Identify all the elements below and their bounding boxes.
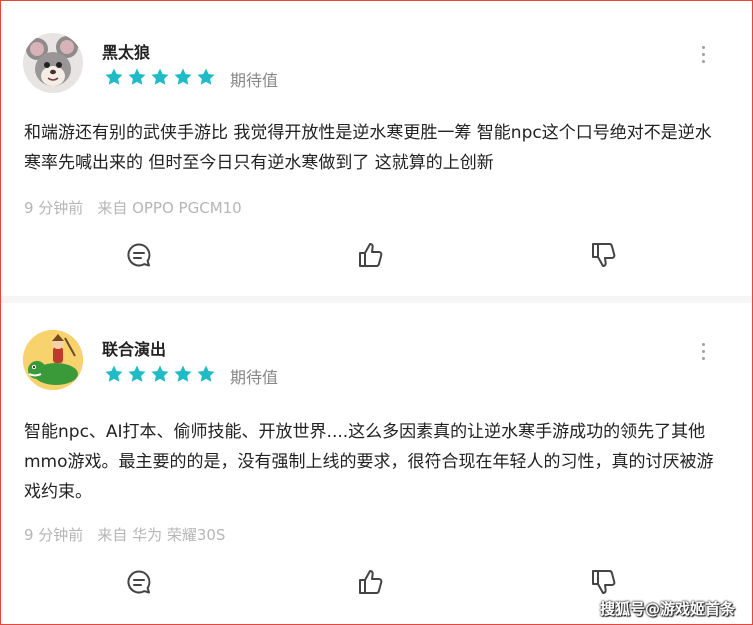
star-icon	[174, 365, 192, 382]
comment-text: 和端游还有别的武侠手游比 我觉得开放性是逆水寒更胜一筹 智能npc这个口号绝对不…	[24, 123, 712, 173]
comment-icon	[127, 570, 151, 594]
dislike-button[interactable]	[590, 241, 620, 271]
star-icon	[105, 68, 123, 85]
star-icon	[151, 365, 169, 382]
thumbs-up-icon	[359, 570, 383, 594]
username[interactable]: 联合演出	[102, 336, 166, 360]
avatar[interactable]	[23, 33, 83, 93]
comment-icon	[127, 243, 151, 267]
comment-card: 联合演出 期待值 智能npc、AI打本、偷师技能、开放世界....这么多因素真的…	[1, 303, 752, 623]
reply-button[interactable]	[125, 241, 155, 271]
rating-stars	[104, 67, 216, 87]
comment-meta: 9 分钟前 来自 OPPO PGCM10	[24, 197, 242, 218]
card-separator	[1, 296, 752, 303]
star-icon	[174, 68, 192, 85]
more-vertical-icon[interactable]	[698, 43, 710, 65]
watermark: 搜狐号@游戏姬首条	[600, 600, 736, 618]
comment-device: 来自 OPPO PGCM10	[97, 199, 242, 217]
rating-label: 期待值	[230, 71, 279, 90]
rating-label: 期待值	[230, 368, 279, 387]
more-vertical-icon[interactable]	[698, 340, 710, 362]
like-button[interactable]	[357, 241, 387, 271]
cartoon-dinosaur-rider-avatar-icon	[23, 330, 83, 390]
reply-button[interactable]	[125, 568, 155, 598]
thumbs-down-icon	[592, 243, 616, 267]
star-icon	[128, 68, 146, 85]
comment-meta: 9 分钟前 来自 华为 荣耀30S	[24, 524, 225, 545]
thumbs-down-icon	[592, 570, 616, 594]
comment-text: 智能npc、AI打本、偷师技能、开放世界....这么多因素真的让逆水寒手游成功的…	[24, 422, 714, 502]
comment-card: 黑太狼 期待值 和端游还有别的武侠手游比 我觉得开放性是逆水寒更胜一筹 智能np…	[1, 1, 752, 296]
cartoon-mouse-avatar-icon	[23, 33, 83, 93]
username[interactable]: 黑太狼	[102, 39, 150, 63]
star-icon	[105, 365, 123, 382]
star-icon	[197, 68, 215, 85]
rating-stars	[104, 364, 216, 384]
star-icon	[151, 68, 169, 85]
comment-time: 9 分钟前	[24, 526, 84, 544]
comment-device: 来自 华为 荣耀30S	[97, 526, 226, 544]
comment-time: 9 分钟前	[24, 199, 84, 217]
avatar[interactable]	[23, 330, 83, 390]
dislike-button[interactable]	[590, 568, 620, 598]
star-icon	[197, 365, 215, 382]
thumbs-up-icon	[359, 243, 383, 267]
star-icon	[128, 365, 146, 382]
like-button[interactable]	[357, 568, 387, 598]
